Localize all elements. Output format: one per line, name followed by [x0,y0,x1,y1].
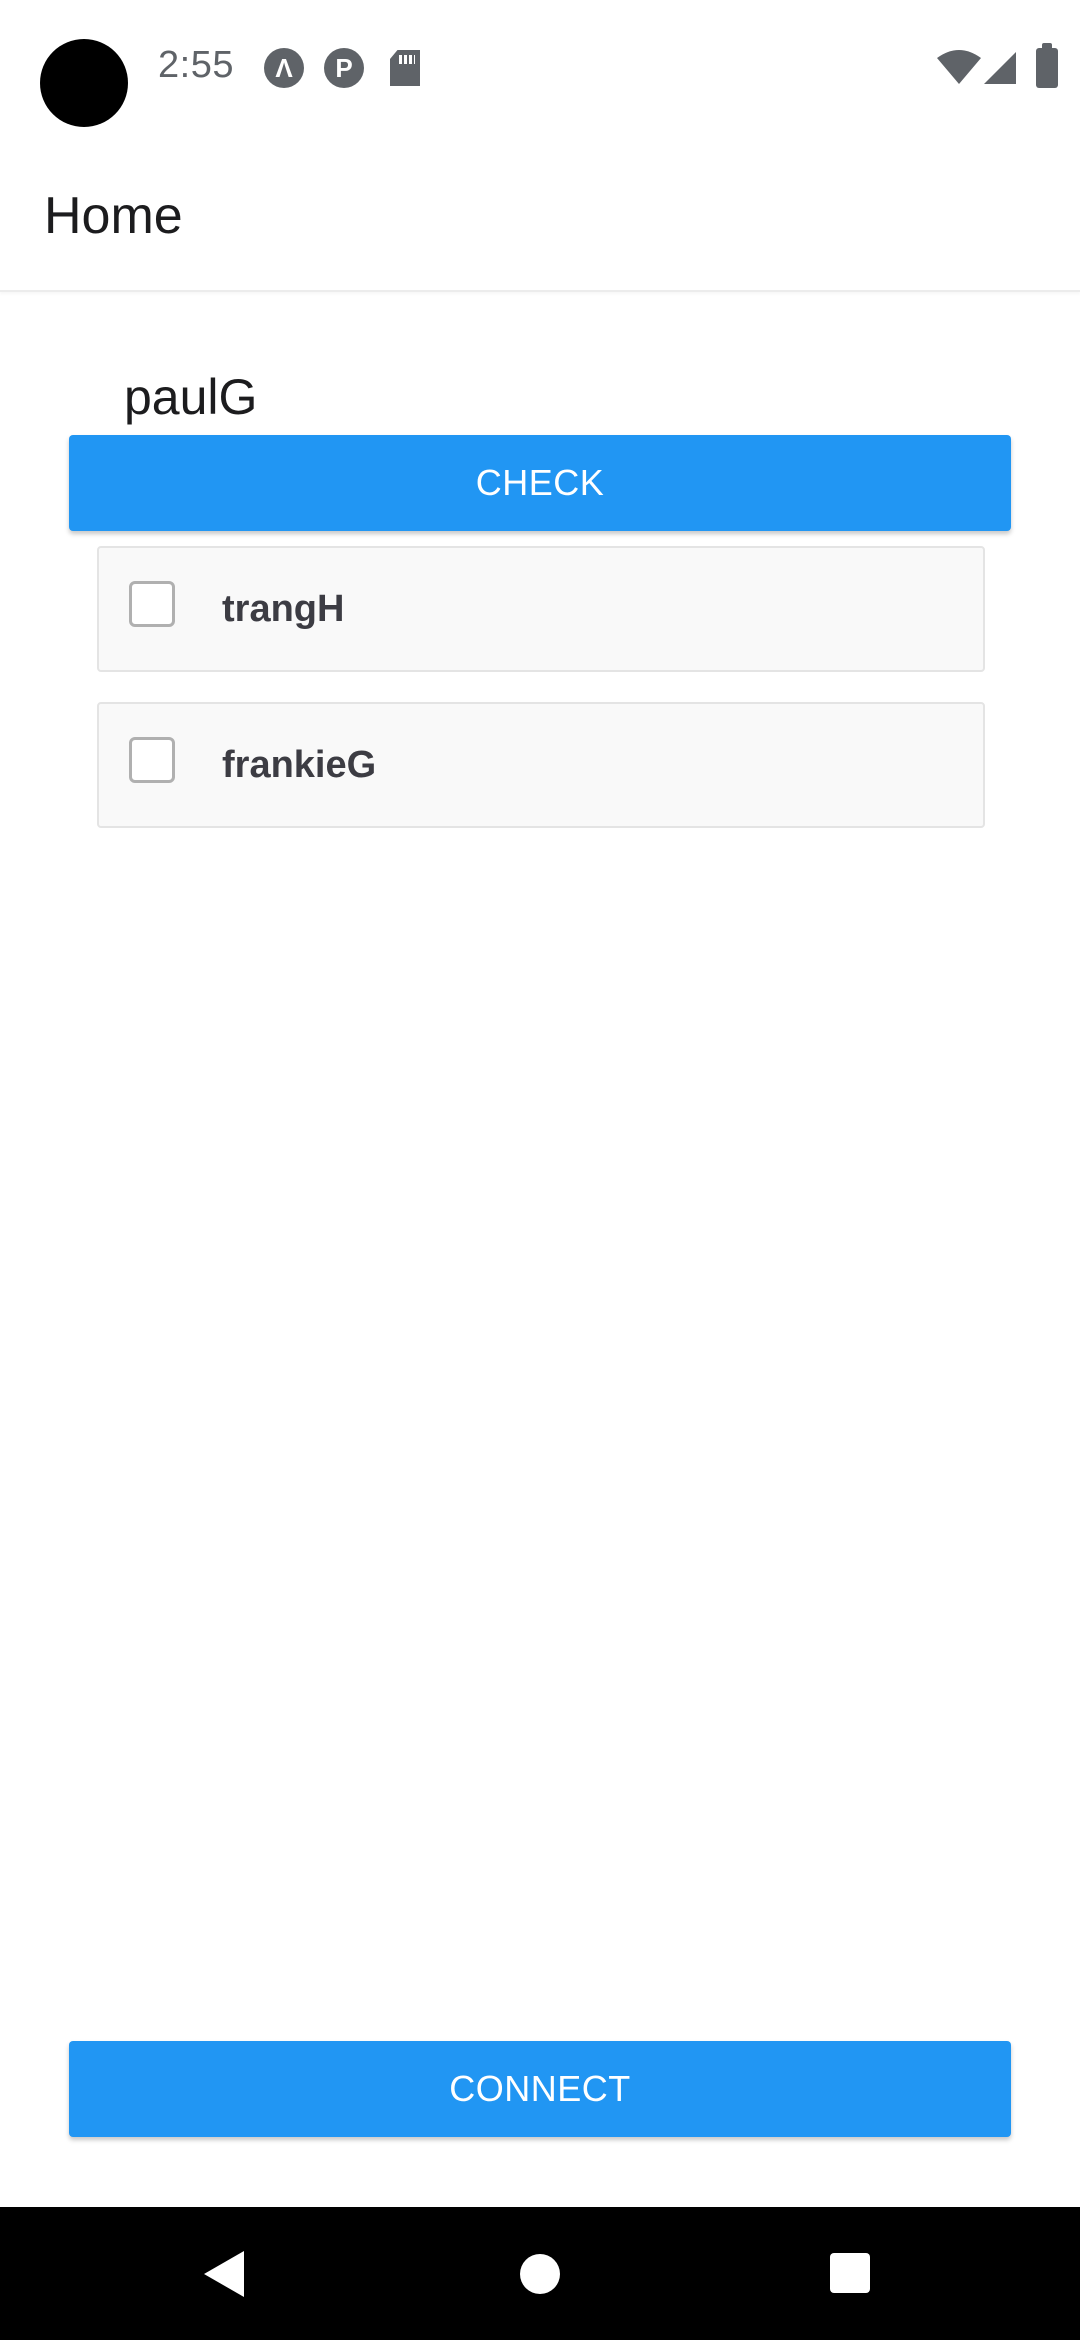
home-icon[interactable] [520,2254,560,2294]
list-item-label: trangH [222,588,345,630]
wifi-icon [937,50,981,84]
notification-p-icon: P [324,48,364,88]
list-item[interactable]: frankieG [97,702,985,828]
camera-cutout [40,39,128,127]
checkbox[interactable] [129,737,175,783]
back-icon[interactable] [204,2251,244,2297]
signal-icon [984,52,1016,84]
sd-card-icon [390,50,420,86]
checkbox[interactable] [129,581,175,627]
recents-icon[interactable] [830,2253,870,2293]
screen: 2:55 Λ P Home paulG CHECK trangH frankie… [0,0,1080,2340]
status-time: 2:55 [158,44,234,86]
page-title: Home [44,187,183,245]
navigation-bar [0,2207,1080,2340]
battery-icon [1036,43,1058,88]
list-item[interactable]: trangH [97,546,985,672]
app-bar: Home [0,138,1080,292]
status-bar: 2:55 Λ P [0,0,1080,138]
username-label: paulG [124,369,258,425]
user-list: trangH frankieG [97,546,985,858]
connect-button[interactable]: CONNECT [69,2041,1011,2137]
check-button[interactable]: CHECK [69,435,1011,531]
notification-a-icon: Λ [264,48,304,88]
list-item-label: frankieG [222,744,377,786]
